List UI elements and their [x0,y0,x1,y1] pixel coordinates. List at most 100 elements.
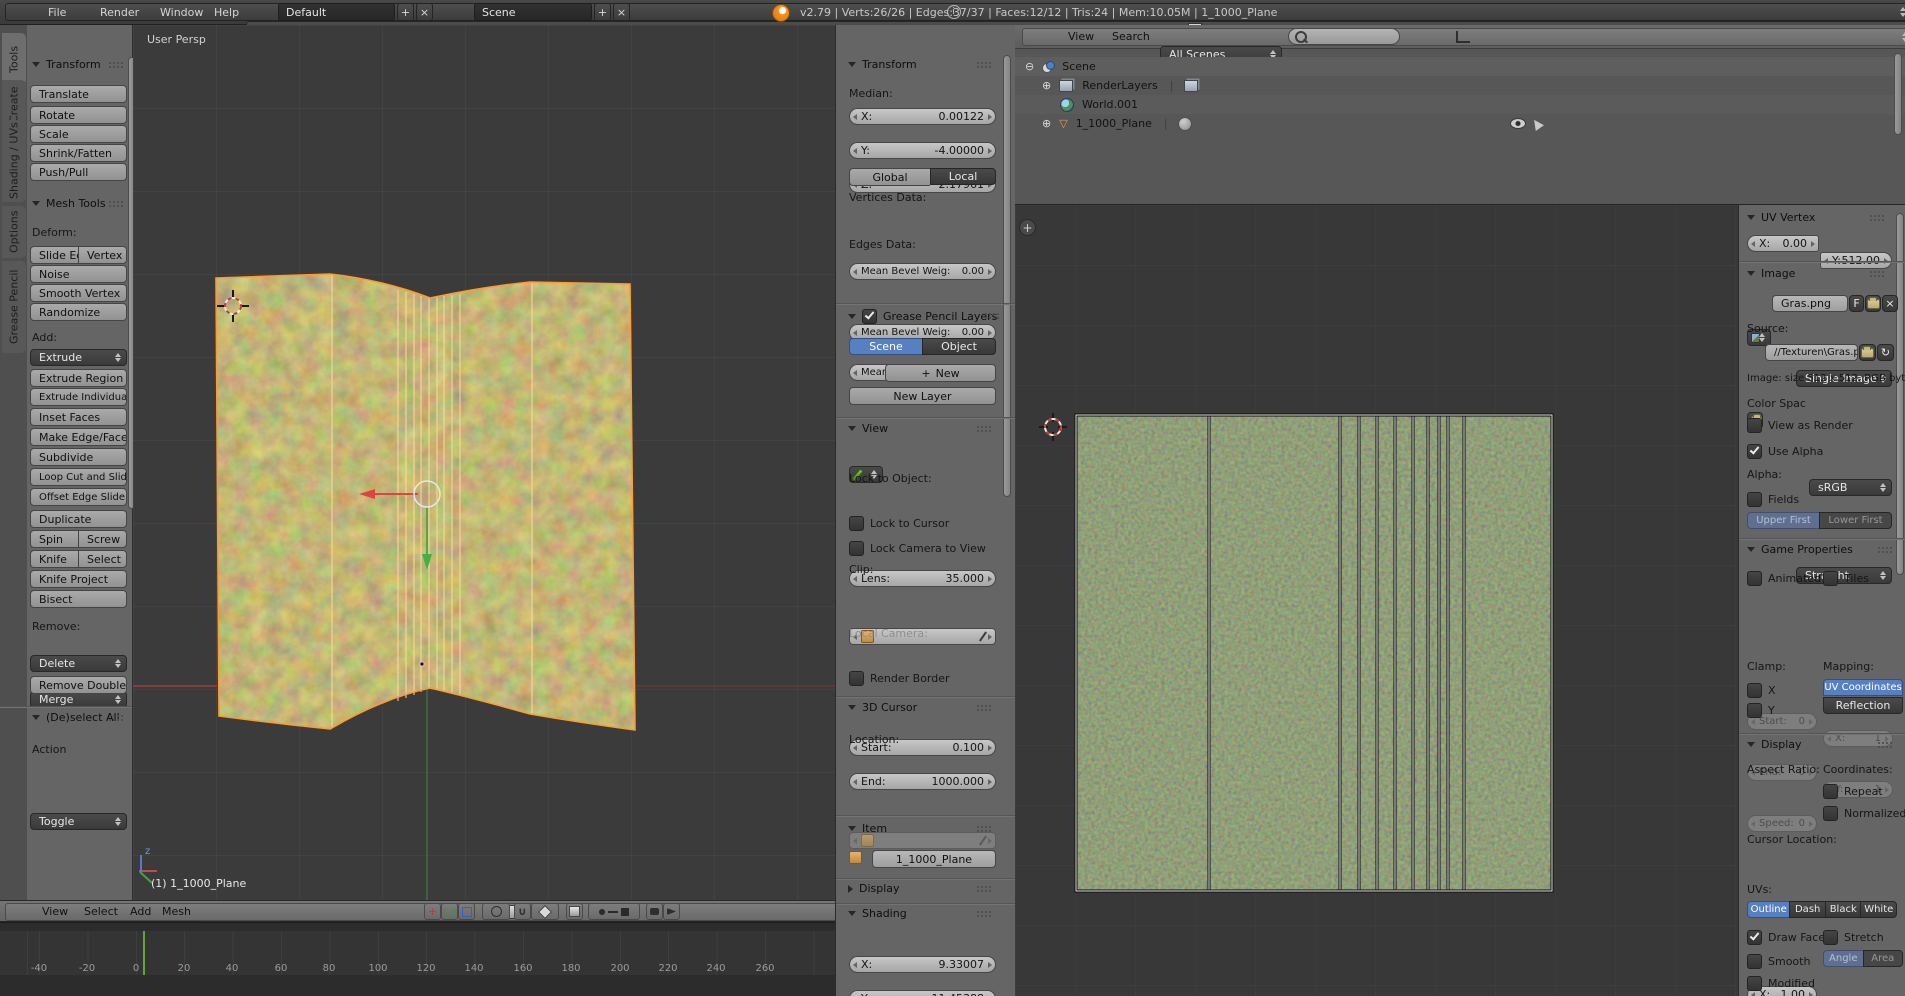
use-alpha-checkbox[interactable] [1747,444,1762,459]
extrude-region-button[interactable]: Extrude Region [30,369,127,387]
fields-checkbox[interactable] [1747,492,1762,507]
smooth-checkbox[interactable] [1747,954,1762,969]
tab-tools[interactable]: Tools [2,33,26,85]
global-button[interactable]: Global [849,168,930,186]
panel-transform-n[interactable]: Transform [848,58,917,71]
duplicate-button[interactable]: Duplicate [30,510,127,528]
panel-grip-icon[interactable] [976,704,991,711]
panel-grip-icon[interactable] [976,825,991,832]
draw-faces-row[interactable]: Draw Faces [1747,930,1831,945]
dash-button[interactable]: Dash [1789,901,1825,918]
modified-checkbox[interactable] [1747,976,1762,991]
reflection-button[interactable]: Reflection [1823,697,1903,714]
repeat-checkbox[interactable] [1823,784,1838,799]
lower-first-button[interactable]: Lower First [1819,512,1892,529]
fake-user-button[interactable]: F [1849,295,1864,312]
menu-help[interactable]: Help [214,6,239,19]
timeline[interactable]: -40 -20 0 20 40 60 80 100 120 140 160 18… [0,922,835,996]
cursor-x-field[interactable]: X:9.33007 [849,956,996,973]
manipulator-rotate-toggle[interactable] [441,903,458,920]
reload-image-button[interactable]: ↻ [1877,344,1894,361]
panel-game-properties[interactable]: Game Properties [1747,543,1853,556]
panel-item[interactable]: Item [848,822,887,835]
menu-render[interactable]: Render [100,6,139,19]
panel-grip-icon[interactable] [1877,546,1892,553]
outliner-search-input[interactable] [1288,28,1400,45]
bisect-button[interactable]: Bisect [30,590,127,608]
white-button[interactable]: White [1860,901,1897,918]
panel-transform[interactable]: Transform [32,58,101,71]
clamp-y-checkbox[interactable] [1747,703,1762,718]
draw-faces-checkbox[interactable] [1747,930,1762,945]
median-y-field[interactable]: Y:-4.00000 [849,142,996,159]
panel-mesh-tools[interactable]: Mesh Tools [32,197,106,210]
push-pull-button[interactable]: Push/Pull [30,163,127,181]
rotate-button[interactable]: Rotate [30,106,127,124]
extrude-dropdown[interactable]: Extrude [30,349,127,366]
outline-button[interactable]: Outline [1747,901,1789,918]
gp-new-layer-button[interactable]: New Layer [849,387,996,405]
smooth-row[interactable]: Smooth [1747,954,1810,969]
menu-view[interactable]: View [42,905,68,918]
unlink-image-button[interactable]: × [1882,295,1898,312]
snap-toggle[interactable]: ∪ [514,903,531,920]
randomize-button[interactable]: Randomize [30,303,127,321]
render-border-checkbox[interactable] [849,671,864,686]
menu-file[interactable]: File [48,6,66,19]
upper-first-button[interactable]: Upper First [1747,512,1819,529]
menu-window[interactable]: Window [160,6,203,19]
animated-checkbox[interactable] [1747,571,1762,586]
normalized-row[interactable]: Normalized [1823,806,1905,821]
panel-grip-icon[interactable] [108,714,123,721]
uv-vertex-x-field[interactable]: X:0.00 [1747,235,1819,252]
mean-bevel-weight-field[interactable]: Mean Bevel Weig:0.00 [849,263,996,280]
outliner-row-scene[interactable]: ⊖ Scene [1015,57,1905,76]
normalized-checkbox[interactable] [1823,806,1838,821]
angle-button[interactable]: Angle [1823,950,1863,967]
panel-image[interactable]: Image [1747,267,1795,280]
item-name-field[interactable]: 1_1000_Plane [872,850,996,868]
outliner-menu-view[interactable]: View [1068,30,1094,43]
panel-3d-cursor[interactable]: 3D Cursor [848,701,917,714]
noise-button[interactable]: Noise [30,265,127,283]
add-layout-button[interactable]: + [397,3,414,21]
lock-to-cursor-row[interactable]: Lock to Cursor [849,516,949,531]
spin-button[interactable]: Spin [30,530,78,548]
knife-project-button[interactable]: Knife Project [30,570,127,588]
viewport-canvas[interactable]: z [133,25,835,900]
panel-deselect-all[interactable]: (De)select All [32,711,120,724]
use-alpha-row[interactable]: Use Alpha [1747,444,1823,459]
eyedropper-icon[interactable] [979,631,987,641]
median-x-field[interactable]: X:0.00122 [849,108,996,125]
outliner-scrollbar[interactable] [1894,53,1902,135]
panel-view[interactable]: View [848,422,888,435]
menu-select[interactable]: Select [84,905,118,918]
clamp-x-checkbox[interactable] [1747,683,1762,698]
outliner-row-plane[interactable]: ⊕ ▽ 1_1000_Plane | [1015,114,1905,133]
panel-grip-icon[interactable] [1869,270,1884,277]
editor-type-outliner-button[interactable] [1022,28,1905,46]
slide-edge-button[interactable]: Slide Ed [30,246,78,264]
npanel-scrollbar[interactable] [1003,55,1011,497]
loop-cut-slide-button[interactable]: Loop Cut and Slide [30,468,127,486]
anim-speed-field[interactable]: Speed:0 [1747,815,1817,832]
edge-select-mode-group[interactable] [588,903,640,920]
panel-grip-icon[interactable] [984,312,999,319]
clamp-y-row[interactable]: Y [1747,703,1775,718]
grease-pencil-checkbox[interactable] [862,309,877,324]
clip-end-field[interactable]: End:1000.000 [849,773,996,790]
image-name-field[interactable]: Gras.png [1772,295,1848,312]
eye-icon[interactable] [1510,118,1526,129]
gp-scene-button[interactable]: Scene [849,338,922,355]
mesh-plane[interactable] [216,274,635,730]
delete-scene-button[interactable]: × [613,3,630,21]
translate-button[interactable]: Translate [30,85,127,103]
tab-grease-pencil[interactable]: Grease Pencil [2,261,26,353]
viewport-3d[interactable]: z User Persp (1) 1_1000_Plane [133,25,835,900]
panel-uv-vertex[interactable]: UV Vertex [1747,211,1815,224]
clamp-x-row[interactable]: X [1747,683,1776,698]
stretch-row[interactable]: Stretch [1823,930,1884,945]
render-opengl-anim-button[interactable] [663,903,680,920]
animated-row[interactable]: Animated [1747,571,1821,586]
colorspace-dropdown[interactable]: sRGB [1809,479,1892,496]
